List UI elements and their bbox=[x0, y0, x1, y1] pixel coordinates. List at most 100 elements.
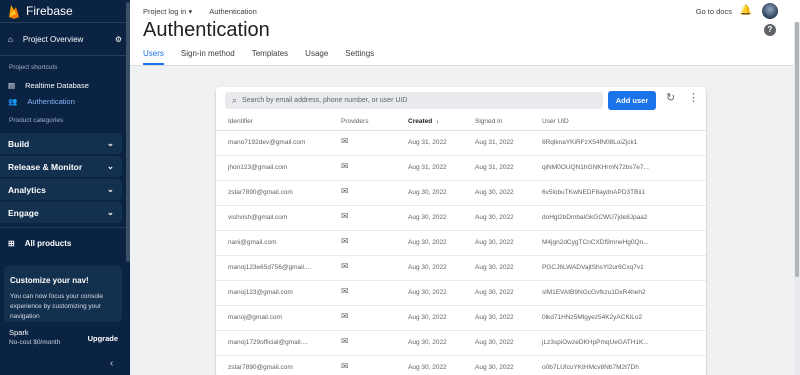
table-row[interactable]: vishvish@gmail.com ✉ Aug 30, 2022 Aug 30, 2… bbox=[216, 206, 706, 231]
category-label: Engage bbox=[8, 207, 39, 218]
go-to-docs-link[interactable]: Go to docs bbox=[696, 7, 732, 16]
user-identifier: manoj1729official@gmail.... bbox=[228, 339, 308, 346]
tab-usage[interactable]: Usage bbox=[305, 49, 328, 65]
table-row[interactable]: manoj123e65d756@gmail.... ✉ Aug 30, 2022 Au… bbox=[216, 256, 706, 281]
chevron-down-icon: ⌄ bbox=[106, 184, 114, 194]
table-row[interactable]: zstar7890@gmail.com ✉ Aug 30, 2022 Aug 30, … bbox=[216, 356, 706, 375]
user-uid: 0lkd71HNz5Mlgyez54K2yACKiLo2 bbox=[542, 314, 643, 321]
search-icon: ⌕ bbox=[232, 95, 238, 105]
upgrade-button[interactable]: Upgrade bbox=[88, 334, 118, 343]
project-name: Project log in bbox=[143, 6, 187, 16]
customize-body: You can now focus your console experienc… bbox=[10, 293, 103, 320]
column-identifier[interactable]: Identifier bbox=[228, 118, 253, 125]
email-provider-icon: ✉ bbox=[341, 136, 349, 146]
category-label: Release & Monitor bbox=[8, 161, 83, 172]
refresh-icon[interactable]: ↻ bbox=[666, 91, 675, 104]
category-release-monitor[interactable]: Release & Monitor ⌄ bbox=[0, 156, 122, 177]
category-label: Analytics bbox=[8, 184, 46, 195]
chevron-down-icon: ⌄ bbox=[106, 138, 114, 148]
user-identifier: nani@gmail.com bbox=[228, 239, 277, 246]
email-provider-icon: ✉ bbox=[341, 236, 349, 246]
created-date: Aug 30, 2022 bbox=[408, 289, 447, 296]
project-overview-label: Project Overview bbox=[22, 34, 84, 44]
user-identifier: jhon123@gmail.com bbox=[228, 164, 288, 171]
email-provider-icon: ✉ bbox=[341, 311, 349, 321]
all-products-label: All products bbox=[24, 238, 72, 248]
tab-sign-in-method[interactable]: Sign-in method bbox=[181, 49, 235, 65]
user-uid: qiNM0OUQN1hGNKHrmN72bs7e7... bbox=[542, 164, 649, 171]
user-identifier: zstar7890@gmail.com bbox=[228, 364, 293, 371]
users-card: ⌕ Search by email address, phone number,… bbox=[216, 87, 706, 375]
sidebar: Firebase ⌂ Project Overview ⚙ Project sh… bbox=[0, 0, 130, 375]
bell-icon[interactable]: 🔔 bbox=[740, 5, 752, 16]
page-title: Authentication bbox=[143, 19, 270, 41]
project-selector[interactable]: Project log in ▾ bbox=[143, 7, 192, 16]
project-overview-link[interactable]: ⌂ Project Overview ⚙ bbox=[0, 23, 130, 55]
created-date: Aug 30, 2022 bbox=[408, 189, 447, 196]
tab-users[interactable]: Users bbox=[143, 49, 164, 65]
sort-arrow-down-icon[interactable]: ↓ bbox=[436, 118, 439, 125]
more-vert-icon[interactable]: ⋮ bbox=[688, 91, 699, 104]
created-date: Aug 30, 2022 bbox=[408, 314, 447, 321]
user-identifier: mano7192dev@gmail.com bbox=[228, 139, 306, 146]
table-row[interactable]: nani@gmail.com ✉ Aug 30, 2022 Aug 30, 2022 M… bbox=[216, 231, 706, 256]
search-placeholder: Search by email address, phone number, o… bbox=[242, 97, 408, 104]
user-uid: doHgl2bDmbalGkGCWU7jde8Jpaa2 bbox=[542, 214, 648, 221]
chevron-down-icon: ⌄ bbox=[106, 161, 114, 171]
gear-icon[interactable]: ⚙ bbox=[115, 35, 122, 44]
shortcut-label: Realtime Database bbox=[25, 80, 89, 90]
user-uid: M4jgn2dCygTCnCXDf9mneHg0Qn... bbox=[542, 239, 649, 246]
table-row[interactable]: manoj1729official@gmail.... ✉ Aug 30, 2022… bbox=[216, 331, 706, 356]
created-date: Aug 31, 2022 bbox=[408, 139, 447, 146]
main-scrollbar[interactable] bbox=[794, 22, 800, 375]
database-icon: ▤ bbox=[8, 80, 16, 90]
sidebar-header[interactable]: Firebase bbox=[0, 0, 130, 22]
all-products-link[interactable]: ⊞ All products bbox=[0, 232, 130, 254]
category-analytics[interactable]: Analytics ⌄ bbox=[0, 179, 122, 200]
category-engage[interactable]: Engage ⌄ bbox=[0, 202, 122, 223]
people-icon: 👥 bbox=[8, 96, 18, 106]
signed-in-date: Aug 30, 2022 bbox=[475, 239, 514, 246]
header-divider bbox=[130, 65, 800, 66]
email-provider-icon: ✉ bbox=[341, 211, 349, 221]
chevron-down-icon: ⌄ bbox=[106, 207, 114, 217]
scrollbar-thumb[interactable] bbox=[795, 22, 799, 277]
signed-in-date: Aug 31, 2022 bbox=[475, 164, 514, 171]
table-row[interactable]: jhon123@gmail.com ✉ Aug 31, 2022 Aug 31, 20… bbox=[216, 156, 706, 181]
tab-templates[interactable]: Templates bbox=[252, 49, 288, 65]
dropdown-arrow-icon: ▾ bbox=[188, 6, 193, 16]
main-content: Project log in ▾ Authentication Go to do… bbox=[130, 0, 800, 375]
shortcut-authentication[interactable]: 👥 Authentication bbox=[0, 93, 130, 109]
email-provider-icon: ✉ bbox=[341, 161, 349, 171]
user-identifier: vishvish@gmail.com bbox=[228, 214, 288, 221]
add-user-button[interactable]: Add user bbox=[608, 91, 656, 110]
table-row[interactable]: manoj123@gmail.com ✉ Aug 30, 2022 Aug 30, 2… bbox=[216, 281, 706, 306]
email-provider-icon: ✉ bbox=[341, 361, 349, 371]
column-signed-in[interactable]: Signed In bbox=[475, 118, 502, 125]
created-date: Aug 30, 2022 bbox=[408, 214, 447, 221]
signed-in-date: Aug 30, 2022 bbox=[475, 364, 514, 371]
divider bbox=[0, 55, 130, 56]
table-row[interactable]: zstar7890@gmail.com ✉ Aug 30, 2022 Aug 30, … bbox=[216, 181, 706, 206]
user-identifier: manoj123@gmail.com bbox=[228, 289, 293, 296]
email-provider-icon: ✉ bbox=[341, 261, 349, 271]
user-uid: o0b7LUfcuYKtHMcv8Nb7M2t7Dh bbox=[542, 364, 639, 371]
categories-heading: Product categories bbox=[9, 117, 64, 124]
user-uid: slM1EVAtB9NGcGvfkzu1DxR4heh2 bbox=[542, 289, 646, 296]
category-build[interactable]: Build ⌄ bbox=[0, 133, 122, 154]
shortcut-realtime-database[interactable]: ▤ Realtime Database bbox=[0, 77, 130, 93]
table-row[interactable]: mano7192dev@gmail.com ✉ Aug 31, 2022 Aug 31… bbox=[216, 131, 706, 156]
help-icon[interactable]: ? bbox=[764, 24, 776, 36]
signed-in-date: Aug 30, 2022 bbox=[475, 189, 514, 196]
brand-name: Firebase bbox=[26, 4, 73, 18]
tab-settings[interactable]: Settings bbox=[345, 49, 374, 65]
column-created[interactable]: Created bbox=[408, 118, 432, 125]
user-identifier: manoj123e65d756@gmail.... bbox=[228, 264, 312, 271]
collapse-sidebar-icon[interactable]: ‹ bbox=[110, 358, 113, 369]
signed-in-date: Aug 30, 2022 bbox=[475, 314, 514, 321]
search-input[interactable]: ⌕ Search by email address, phone number,… bbox=[225, 92, 603, 109]
firebase-logo-icon bbox=[9, 4, 19, 19]
divider bbox=[0, 227, 130, 228]
table-row[interactable]: manoj@gmail.com ✉ Aug 30, 2022 Aug 30, 2022… bbox=[216, 306, 706, 331]
avatar[interactable] bbox=[762, 3, 778, 19]
